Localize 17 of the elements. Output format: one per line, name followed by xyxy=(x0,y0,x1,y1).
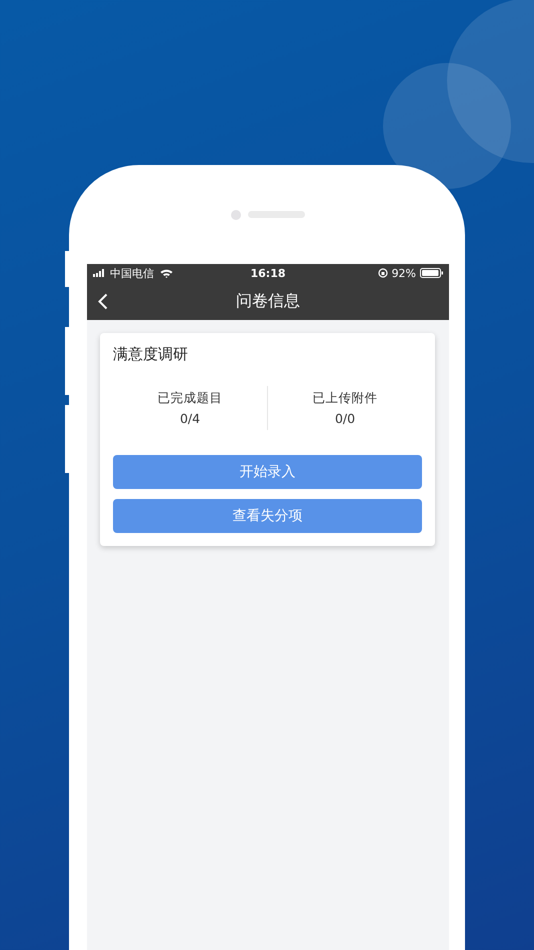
battery-icon xyxy=(420,268,444,278)
clock-time: 16:18 xyxy=(250,266,286,280)
orientation-lock-icon xyxy=(378,268,388,278)
survey-title: 满意度调研 xyxy=(113,345,189,364)
stat-value: 0/0 xyxy=(334,411,356,426)
stat-value: 0/4 xyxy=(180,411,200,426)
stat-label: 已上传附件 xyxy=(312,390,378,407)
carrier-text: 中国电信 xyxy=(110,266,154,280)
wifi-icon xyxy=(160,268,173,278)
action-button[interactable]: 开始录入 xyxy=(113,455,422,489)
stat-label: 已完成题目 xyxy=(158,390,222,407)
signal-icon xyxy=(93,269,107,277)
camera-dot xyxy=(231,210,241,220)
battery-percent: 92% xyxy=(392,266,416,280)
back-icon[interactable] xyxy=(97,293,108,310)
page-title: 问卷信息 xyxy=(236,290,300,312)
action-button[interactable]: 查看失分项 xyxy=(113,499,422,533)
